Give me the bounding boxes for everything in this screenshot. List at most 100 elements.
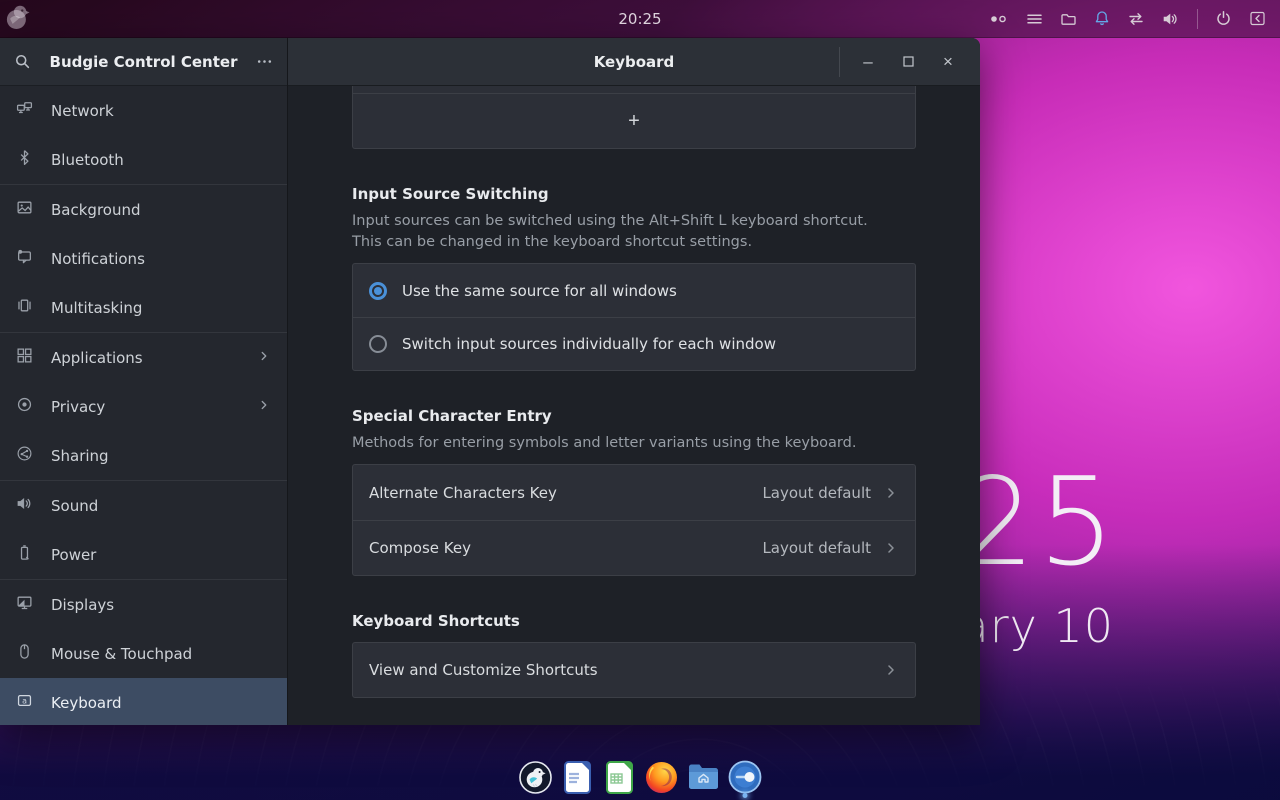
file-manager-icon [687, 763, 720, 791]
sidebar-item-privacy[interactable]: Privacy [0, 382, 287, 431]
svg-text:a: a [22, 696, 27, 705]
budgie-menu-icon [519, 761, 552, 794]
row-label: View and Customize Shortcuts [369, 661, 883, 679]
keyboard-icon: a [16, 692, 33, 713]
row-value: Layout default [762, 539, 871, 557]
compose-key-row[interactable]: Compose Key Layout default [353, 520, 915, 575]
sidebar-item-notifications[interactable]: Notifications [0, 234, 287, 283]
dock-budgie-control-center[interactable] [728, 758, 762, 796]
option-label: Use the same source for all windows [402, 282, 677, 300]
sidebar-item-label: Sound [51, 497, 271, 515]
notifications-icon [16, 248, 33, 269]
dock-firefox[interactable] [644, 758, 678, 796]
section-heading-special-character-entry: Special Character Entry [352, 407, 916, 425]
desktop: 20:25 January 10 20:25 [0, 0, 1280, 800]
section-heading-input-source-switching: Input Source Switching [352, 185, 916, 203]
multitasking-icon [16, 297, 33, 318]
privacy-icon [16, 396, 33, 417]
search-button[interactable] [14, 53, 31, 70]
sidebar-item-sound[interactable]: Sound [0, 481, 287, 530]
sidebar-item-applications[interactable]: Applications [0, 333, 287, 382]
applications-icon [16, 347, 33, 368]
firefox-icon [645, 761, 678, 794]
radio-selected-icon[interactable] [369, 282, 387, 300]
sidebar-item-label: Applications [51, 349, 239, 367]
dock-libreoffice-calc[interactable] [602, 758, 636, 796]
sidebar-item-keyboard[interactable]: a Keyboard [0, 678, 287, 725]
input-sources-card: + [352, 86, 916, 149]
section-description: Input sources can be switched using the … [352, 211, 916, 253]
sidebar-item-label: Mouse & Touchpad [51, 645, 271, 663]
add-input-source-button[interactable]: + [353, 93, 915, 148]
sidebar-item-label: Sharing [51, 447, 271, 465]
special-character-entry-card: Alternate Characters Key Layout default … [352, 464, 916, 576]
libreoffice-writer-icon [564, 761, 591, 794]
sidebar-item-multitasking[interactable]: Multitasking [0, 283, 287, 332]
description-line-1: Input sources can be switched using the … [352, 211, 916, 232]
sidebar-item-label: Privacy [51, 398, 239, 416]
sidebar-item-displays[interactable]: Displays [0, 580, 287, 629]
sidebar-item-power[interactable]: Power [0, 530, 287, 579]
option-same-source[interactable]: Use the same source for all windows [353, 264, 915, 317]
sidebar-item-sharing[interactable]: Sharing [0, 431, 287, 480]
network-icon [16, 100, 33, 121]
sidebar-item-background[interactable]: Background [0, 185, 287, 234]
sharing-icon [16, 445, 33, 466]
panel-clock[interactable]: 20:25 [0, 10, 1280, 28]
section-description: Methods for entering symbols and letter … [352, 433, 916, 454]
row-label: Compose Key [369, 539, 762, 557]
dock [0, 758, 1280, 796]
keyboard-shortcuts-card: View and Customize Shortcuts [352, 642, 916, 698]
sidebar-item-label: Multitasking [51, 299, 271, 317]
titlebar[interactable]: Keyboard – × [288, 38, 980, 86]
background-icon [16, 199, 33, 220]
chevron-right-icon [883, 662, 899, 678]
chevron-right-icon [883, 540, 899, 556]
sidebar-item-label: Displays [51, 596, 271, 614]
sidebar-list: Network Bluetooth [0, 86, 287, 725]
main-pane: Keyboard – × + [288, 38, 980, 725]
dock-file-manager[interactable] [686, 758, 720, 796]
alternate-characters-key-row[interactable]: Alternate Characters Key Layout default [353, 465, 915, 520]
bluetooth-icon [16, 149, 33, 170]
sidebar-header: Budgie Control Center [0, 38, 287, 86]
sidebar: Budgie Control Center Network [0, 38, 288, 725]
row-value: Layout default [762, 484, 871, 502]
sidebar-item-label: Bluetooth [51, 151, 271, 169]
chevron-right-icon [257, 348, 271, 367]
power-battery-icon [16, 544, 33, 565]
top-panel: 20:25 [0, 0, 1280, 38]
window-title: Keyboard [288, 53, 980, 71]
row-label: Alternate Characters Key [369, 484, 762, 502]
running-indicator [743, 793, 748, 798]
sidebar-item-label: Power [51, 546, 271, 564]
section-heading-keyboard-shortcuts: Keyboard Shortcuts [352, 612, 916, 630]
sidebar-item-label: Keyboard [51, 694, 271, 712]
app-title: Budgie Control Center [31, 53, 256, 71]
sidebar-item-label: Background [51, 201, 271, 219]
sidebar-item-label: Network [51, 102, 271, 120]
keyboard-settings-content: + Input Source Switching Input sources c… [288, 86, 980, 725]
input-source-row-partial [353, 86, 915, 93]
dock-budgie-menu[interactable] [518, 758, 552, 796]
option-individual-source[interactable]: Switch input sources individually for ea… [353, 317, 915, 370]
radio-unselected-icon[interactable] [369, 335, 387, 353]
sidebar-item-bluetooth[interactable]: Bluetooth [0, 135, 287, 184]
input-source-switching-card: Use the same source for all windows Swit… [352, 263, 916, 371]
control-center-window: Budgie Control Center Network [0, 38, 980, 725]
dock-libreoffice-writer[interactable] [560, 758, 594, 796]
displays-icon [16, 594, 33, 615]
chevron-right-icon [883, 485, 899, 501]
libreoffice-calc-icon [606, 761, 633, 794]
sidebar-item-mouse-touchpad[interactable]: Mouse & Touchpad [0, 629, 287, 678]
plus-icon: + [628, 110, 640, 133]
primary-menu-button[interactable] [256, 53, 273, 70]
sidebar-item-network[interactable]: Network [0, 86, 287, 135]
mouse-icon [16, 643, 33, 664]
description-line-2: This can be changed in the keyboard shor… [352, 232, 916, 253]
sidebar-item-label: Notifications [51, 250, 271, 268]
sound-icon [16, 495, 33, 516]
chevron-right-icon [257, 397, 271, 416]
view-customize-shortcuts-row[interactable]: View and Customize Shortcuts [353, 643, 915, 697]
budgie-control-center-icon [728, 760, 762, 794]
